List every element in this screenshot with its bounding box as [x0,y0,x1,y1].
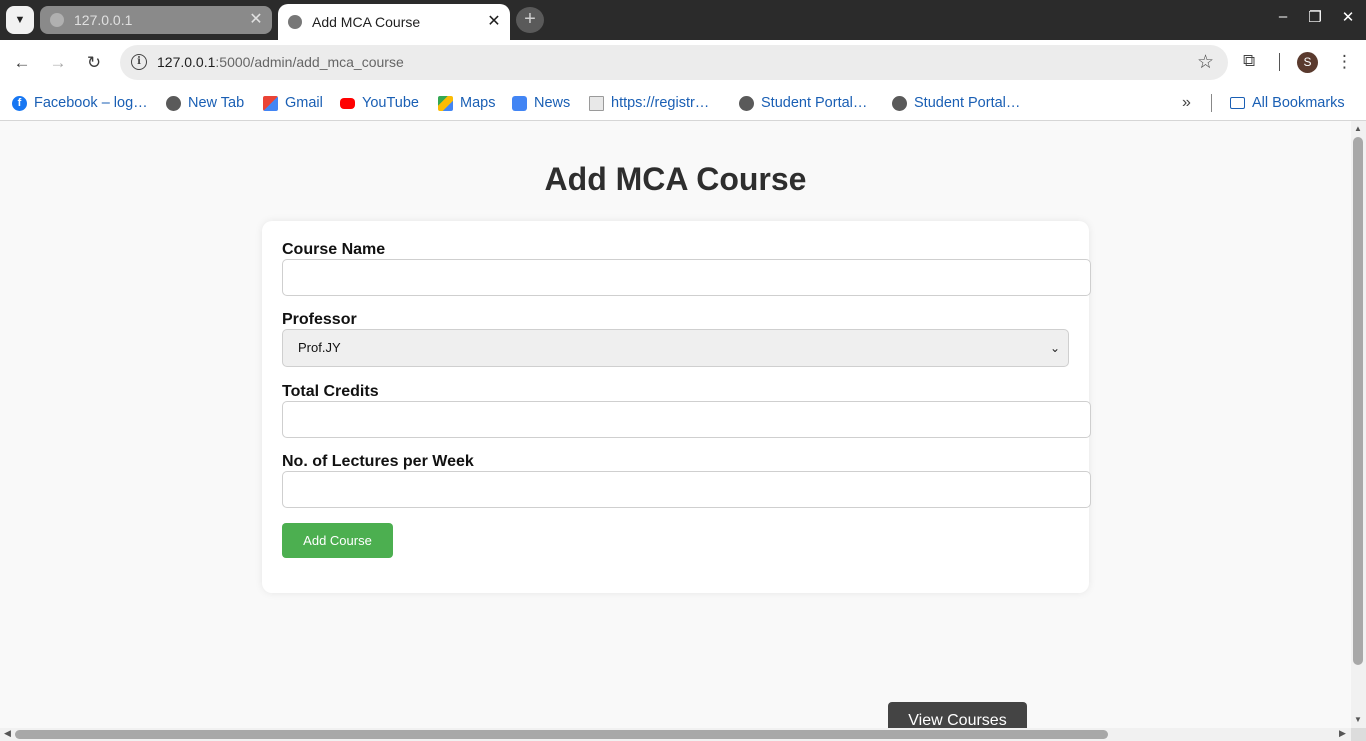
extensions-puzzle-icon[interactable]: ⧉ [1243,51,1255,71]
total-credits-label: Total Credits [282,383,379,400]
tab-title: Add MCA Course [312,14,421,30]
bookmark-new-tab[interactable]: New Tab [166,92,244,114]
horizontal-scrollbar[interactable]: ◀ ▶ [0,728,1351,741]
bookmark-maps[interactable]: Maps [438,92,495,114]
more-bookmarks-chevron-icon[interactable]: » [1182,94,1191,112]
tab-search-button[interactable]: ▼ [6,6,34,34]
globe-icon [739,95,754,111]
professor-label: Professor [282,311,357,328]
minimize-icon[interactable]: – [1271,8,1295,25]
bookmark-registration[interactable]: https://registr… [589,92,709,114]
bookmarks-divider [1211,94,1212,112]
profile-avatar[interactable]: S [1297,52,1318,73]
url-text: 127.0.0.1:5000/admin/add_mca_course [157,54,404,70]
youtube-icon [340,97,355,109]
kebab-menu-icon[interactable]: ⋮ [1336,52,1353,72]
bookmark-youtube[interactable]: YouTube [340,92,419,114]
chevron-down-icon: ⌄ [1049,341,1060,355]
lectures-per-week-label: No. of Lectures per Week [282,453,474,470]
news-icon [512,95,527,111]
maps-icon [438,95,453,111]
url-host: 127.0.0.1 [157,54,216,70]
total-credits-input[interactable] [282,401,1091,438]
course-name-label: Course Name [282,241,386,258]
all-bookmarks-label: All Bookmarks [1252,95,1345,111]
facebook-icon: f [12,95,27,111]
toolbar-divider [1279,53,1280,71]
scroll-right-arrow-icon[interactable]: ▶ [1339,728,1346,739]
scroll-down-arrow-icon[interactable]: ▼ [1354,715,1362,724]
vertical-scrollbar[interactable]: ▲ ▼ [1351,121,1366,728]
scrollbar-corner [1351,728,1366,741]
page-title: Add MCA Course [544,161,807,197]
tab-add-mca-course[interactable]: Add MCA Course ✕ [278,4,510,40]
folder-icon [1230,97,1245,109]
professor-selected-value: Prof.JY [298,340,341,355]
vertical-scroll-thumb[interactable] [1353,137,1363,665]
close-icon[interactable]: ✕ [248,12,264,28]
address-bar[interactable]: i 127.0.0.1:5000/admin/add_mca_course ☆ [120,45,1228,80]
lectures-per-week-input[interactable] [282,471,1091,508]
bookmarks-bar: f Facebook – log… New Tab Gmail YouTube … [0,86,1366,121]
bookmark-news[interactable]: News [512,92,570,114]
forward-arrow-icon[interactable]: → [46,52,70,74]
page-content: Add MCA Course Course Name Professor Pro… [0,121,1351,728]
add-course-form: Course Name Professor Prof.JY ⌄ Total Cr… [262,221,1091,593]
horizontal-scroll-thumb[interactable] [15,730,1108,739]
professor-select[interactable]: Prof.JY ⌄ [282,329,1069,367]
bookmark-label: Maps [460,95,496,111]
scroll-left-arrow-icon[interactable]: ◀ [4,728,11,739]
gmail-icon [263,95,278,111]
bookmark-gmail[interactable]: Gmail [263,92,323,114]
bookmark-label: Student Portal… [761,95,868,111]
back-arrow-icon[interactable]: ← [10,52,34,74]
bookmark-student-portal-1[interactable]: Student Portal… [739,92,867,114]
tab-127-0-0-1[interactable]: 127.0.0.1 ✕ [40,6,272,34]
tab-title: 127.0.0.1 [74,12,133,28]
restore-icon[interactable]: ❐ [1303,8,1327,26]
bookmark-facebook[interactable]: f Facebook – log… [12,92,148,114]
new-tab-button[interactable]: + [516,7,544,33]
document-icon [589,95,604,111]
site-info-icon[interactable]: i [131,54,147,70]
bookmark-label: News [534,95,571,111]
course-name-input[interactable] [282,259,1091,296]
bookmark-label: Student Portal… [914,95,1021,111]
window-close-icon[interactable]: ✕ [1336,8,1360,26]
globe-icon [288,15,302,29]
globe-icon [892,95,907,111]
bookmark-label: https://registr… [611,95,710,111]
globe-icon [166,95,181,111]
chevron-down-icon: ▼ [14,14,26,26]
add-course-button[interactable]: Add Course [282,523,393,558]
bookmark-label: YouTube [362,95,419,111]
bookmark-label: Facebook – log… [34,95,148,111]
tab-strip: ▼ 127.0.0.1 ✕ Add MCA Course ✕ + – ❐ ✕ [0,0,1366,40]
view-courses-button[interactable]: View Courses [888,702,1027,728]
close-icon[interactable]: ✕ [486,14,502,30]
all-bookmarks-button[interactable]: All Bookmarks [1230,92,1345,114]
globe-icon [50,13,64,27]
bookmark-label: Gmail [285,95,323,111]
url-path: :5000/admin/add_mca_course [215,54,404,70]
bookmark-star-icon[interactable]: ☆ [1197,51,1214,74]
browser-toolbar: ← → ↻ i 127.0.0.1:5000/admin/add_mca_cou… [0,40,1366,86]
bookmark-label: New Tab [188,95,245,111]
bookmark-student-portal-2[interactable]: Student Portal… [892,92,1020,114]
reload-icon[interactable]: ↻ [82,52,106,74]
scroll-up-arrow-icon[interactable]: ▲ [1354,124,1362,133]
